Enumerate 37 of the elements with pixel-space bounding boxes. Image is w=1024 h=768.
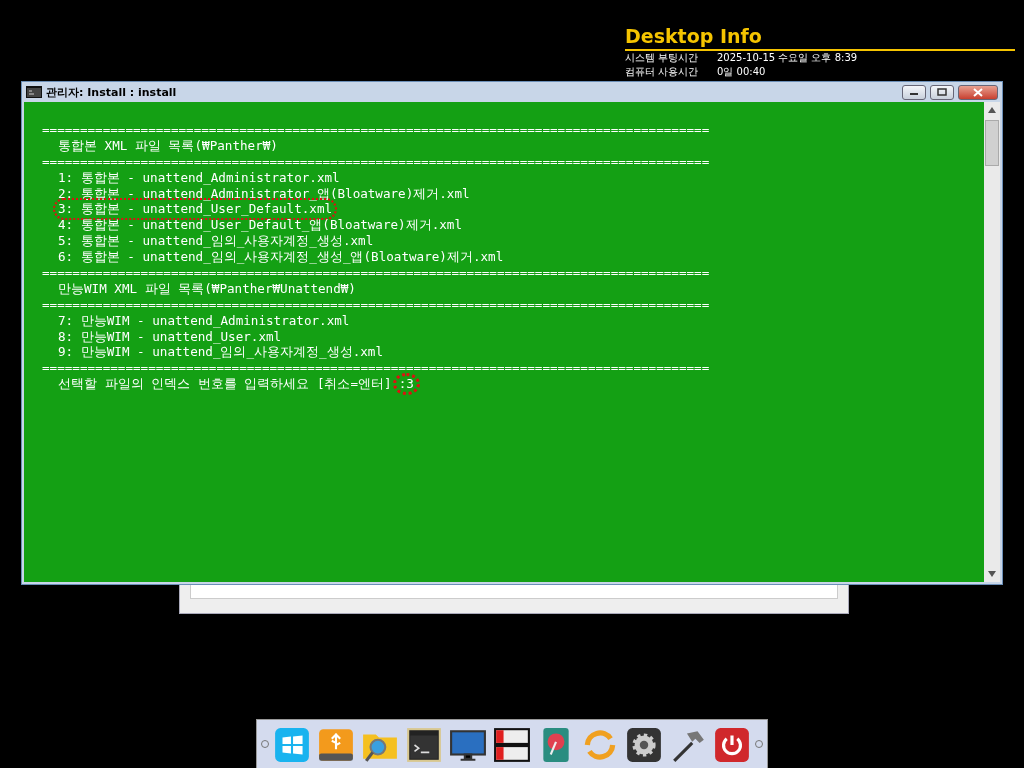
scroll-thumb[interactable] (985, 120, 999, 166)
file-option: 1: 통합본 - unattend_Administrator.xml (58, 169, 340, 186)
file-option: 5: 통합본 - unattend_임의_사용자계정_생성.xml (58, 233, 374, 250)
close-button[interactable] (958, 84, 998, 100)
scroll-up-icon[interactable] (988, 107, 996, 113)
desktop-info-title: Desktop Info (625, 24, 1015, 51)
close-icon (973, 87, 983, 97)
file-option: 4: 통합본 - unattend_User_Default_앱(Bloatware)제거.xml (58, 217, 463, 234)
gear-icon[interactable] (625, 725, 663, 764)
section-heading: 통합본 XML 파일 목록(₩Panther₩) (58, 137, 278, 154)
scrollbar[interactable] (984, 102, 1000, 582)
separator-line: ======================================================================================== (42, 122, 710, 138)
prompt-text: 선택할 파일의 인덱스 번호를 입력하세요 [취소=엔터] (58, 376, 392, 393)
section-heading: 만능WIM XML 파일 목록(₩Panther₩Unattend₩) (58, 280, 356, 297)
separator-line: ======================================================================================== (42, 265, 710, 281)
info-value: 2025-10-15 수요일 오후 8:39 (717, 51, 858, 65)
file-option: 6: 통합본 - unattend_임의_사용자계정_생성_앱(Bloatware)제거.xml (58, 249, 504, 266)
server-drawers-icon[interactable] (493, 725, 531, 764)
file-option: 3: 통합본 - unattend_User_Default.xml (56, 201, 335, 218)
file-option: 7: 만능WIM - unattend_Administrator.xml (58, 312, 350, 329)
window-title: 관리자: Install : install (46, 84, 177, 100)
power-icon[interactable] (713, 725, 751, 764)
separator-line: ======================================================================================== (42, 296, 710, 313)
maximize-button[interactable] (930, 84, 954, 100)
file-option: 8: 만능WIM - unattend_User.xml (58, 328, 282, 345)
minimize-button[interactable] (902, 84, 926, 100)
info-label: 시스템 부팅시간 (625, 51, 700, 65)
separator-line: ======================================================================================== (42, 153, 710, 170)
separator-line: ======================================================================================== (42, 360, 710, 377)
maximize-icon (937, 88, 947, 96)
info-value: 0일 00:40 (717, 65, 766, 79)
file-option: 9: 만능WIM - unattend_임의_사용자계정_생성.xml (58, 344, 383, 361)
terminal-icon[interactable] (405, 725, 443, 764)
info-label: 컴퓨터 사용시간 (625, 65, 700, 79)
input-value[interactable]: :3 (395, 376, 417, 393)
scroll-down-icon[interactable] (988, 571, 996, 577)
console-app-icon (26, 86, 42, 98)
